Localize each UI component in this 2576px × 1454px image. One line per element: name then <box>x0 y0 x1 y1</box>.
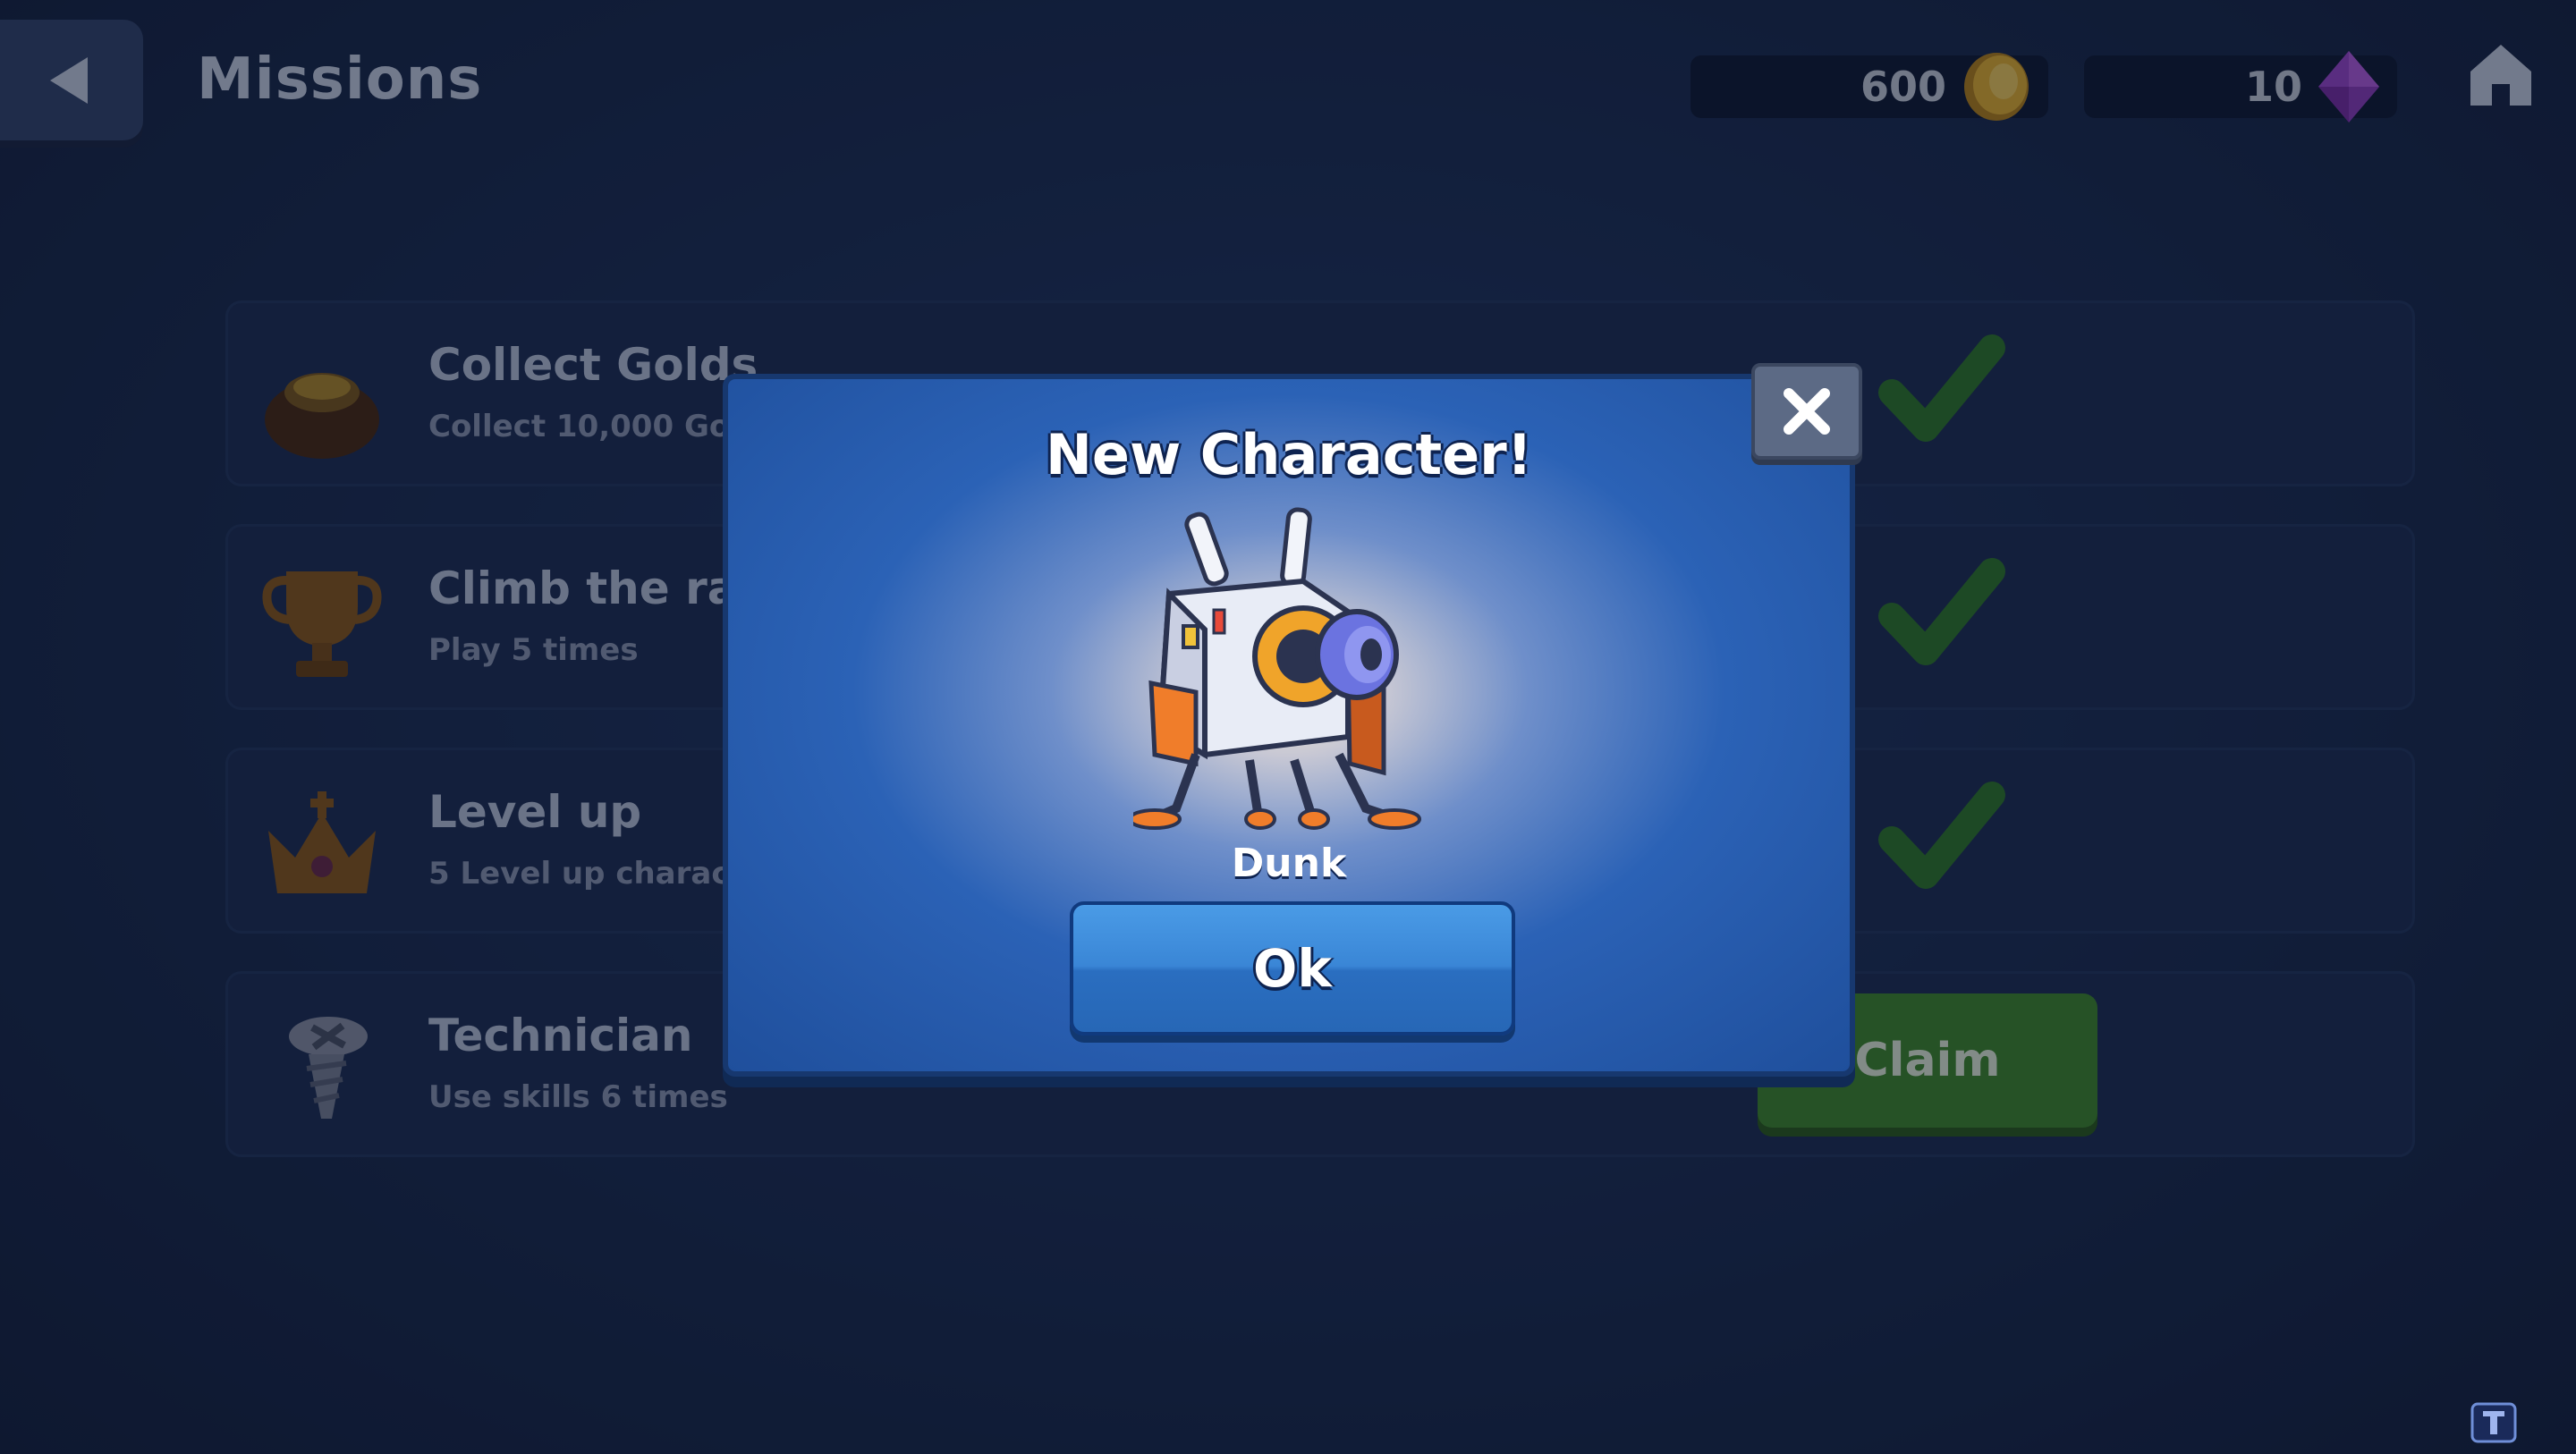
ok-button[interactable]: Ok <box>1070 901 1515 1036</box>
dialog-title: New Character! <box>1046 422 1532 487</box>
character-portrait <box>1128 504 1455 835</box>
close-button[interactable] <box>1751 363 1862 460</box>
channel-logo-icon <box>2470 1402 2517 1443</box>
close-icon <box>1784 388 1830 435</box>
character-name: Dunk <box>1231 841 1347 886</box>
new-character-dialog: New Character! Dunk Ok <box>723 363 1862 1077</box>
